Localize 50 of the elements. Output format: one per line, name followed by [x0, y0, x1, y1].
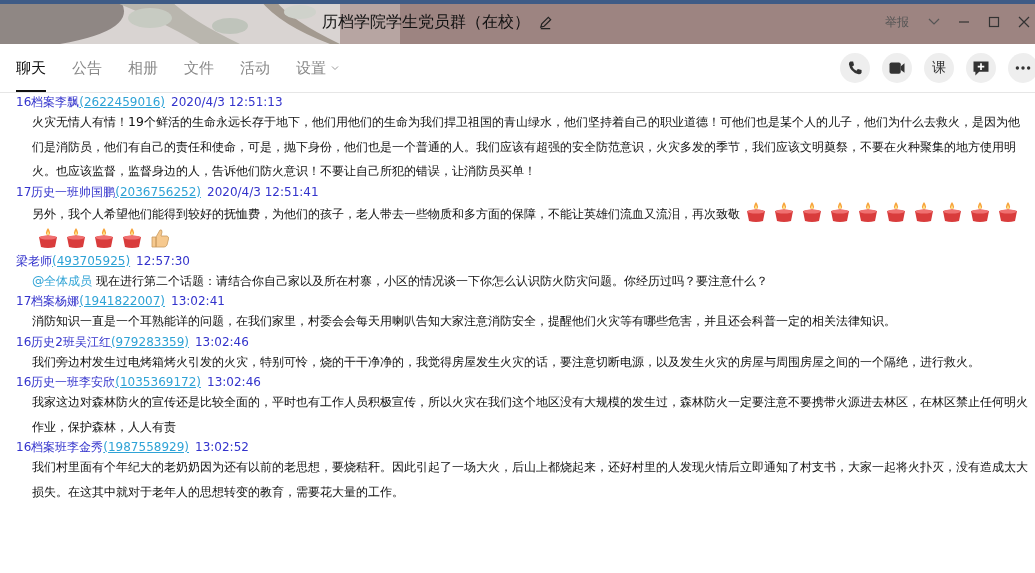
close-icon[interactable]	[1017, 15, 1031, 29]
message-time: 2020/4/3 12:51:13	[171, 95, 283, 109]
sender-name: 16档案李飘	[16, 95, 80, 109]
message-time: 2020/4/3 12:51:41	[207, 184, 319, 199]
sender-name: 17档案杨娜	[16, 294, 80, 308]
candle-icon	[64, 226, 88, 250]
account-link[interactable]: (1987558929)	[103, 440, 189, 454]
tab[interactable]: 活动	[240, 44, 270, 92]
add-message-button[interactable]	[966, 53, 996, 83]
message-text: 我家这边对森林防火的宣传还是比较全面的，平时也有工作人员积极宣传，所以火灾在我们这个地区没有大规模的发生过，森林防火一定要注意不要携带火源进去林区，在林区禁止任何明火作业，保护森林，人人有责	[32, 394, 1028, 434]
report-link[interactable]: 举报	[885, 13, 909, 31]
account-link[interactable]: (2036756252)	[115, 184, 201, 199]
tab[interactable]: 聊天	[16, 44, 46, 92]
tab[interactable]: 设置	[296, 44, 340, 92]
tab[interactable]: 文件	[184, 44, 214, 92]
tab[interactable]: 公告	[72, 44, 102, 92]
class-button[interactable]: 课	[924, 53, 954, 83]
message-time: 12:57:30	[136, 253, 190, 268]
candle-icon	[92, 226, 116, 250]
sender-name: 17历史一班帅国鹏	[16, 184, 116, 199]
maximize-icon[interactable]	[987, 15, 1001, 29]
account-link[interactable]: (1941822007)	[79, 294, 165, 308]
message-text: 火灾无情人有情！19个鲜活的生命永远长存于地下，他们用他们的生命为我们捍卫祖国的青山绿水，他们坚持着自己的职业道德！可他们也是某个人的儿子，他们为什么去救火，是因为他们是消防员，他们有自己的责任和使命，可是，抛下身份，他们也是一个普通的人。我们应该有超强的安全防范意识，火灾多发的季节，我们应该文明奠祭，不要在火种聚集的地方使用明火。也应该监督，监督身边的人，告诉他们防火意识！不要让自己所犯的错误，让消防员买单！	[32, 114, 1020, 178]
thumbs-up-icon	[148, 226, 172, 250]
sender-name: 16历史2班吴江红	[16, 334, 111, 349]
sender-name: 16档案班李金秀	[16, 440, 104, 454]
message-text: 消防知识一直是一个耳熟能详的问题，在我们家里，村委会会每天用喇叭告知大家注意消防安全，提醒他们火灾等有哪些危害，并且还会科普一定的相关法律知识。	[32, 313, 896, 328]
account-link[interactable]: (2622459016)	[79, 95, 165, 109]
account-link[interactable]: (1035369172)	[115, 375, 201, 389]
message-time: 13:02:41	[171, 294, 225, 308]
more-button[interactable]	[1008, 53, 1035, 83]
message-text: 我们村里面有个年纪大的老奶奶因为还有以前的老思想，要烧秸秆。因此引起了一场大火，后山上都烧起来，还好村里的人发现火情后立即通知了村支书，大家一起将火扑灭，没有造成太大损失。在这其中就对于老年人的思想转变的教育，需要花大量的工作。	[32, 459, 1028, 499]
message-text: 我们旁边村发生过电烤箱烤火引发的火灾，特别可怜，烧的干干净净的，我觉得房屋发生火灾的话，要注意切断电源，以及发生火灾的房屋与周围房屋之间的一个隔绝，进行救火。	[32, 353, 980, 369]
account-link[interactable]: (979283359)	[110, 334, 189, 349]
account-link[interactable]: (493705925)	[52, 253, 131, 268]
message-time: 13:02:46	[195, 334, 249, 349]
edit-icon[interactable]	[538, 14, 553, 30]
message-text: 另外，我个人希望他们能得到较好的抚恤费，为他们的孩子，老人带去一些物质和多方面的保障，不能让英雄们流血又流泪，再次致敬	[32, 205, 740, 221]
message-time: 13:02:46	[207, 375, 261, 389]
tab[interactable]: 相册	[128, 44, 158, 92]
message-time: 13:02:52	[195, 440, 249, 454]
window-title: 历档学院学生党员群（在校）	[322, 11, 530, 33]
sender-name: 梁老师	[16, 253, 52, 268]
video-button[interactable]	[882, 53, 912, 83]
phone-button[interactable]	[840, 53, 870, 83]
mention-link[interactable]: @全体成员	[32, 272, 93, 288]
sender-name: 16历史一班李安欣	[16, 375, 116, 389]
candle-icon	[120, 226, 144, 250]
message-text: 现在进行第二个话题：请结合你自己家以及所在村寨，小区的情况谈一下你怎么认识防火防灾问题。你经历过吗？要注意什么？	[96, 272, 769, 288]
candle-icon	[36, 226, 60, 250]
